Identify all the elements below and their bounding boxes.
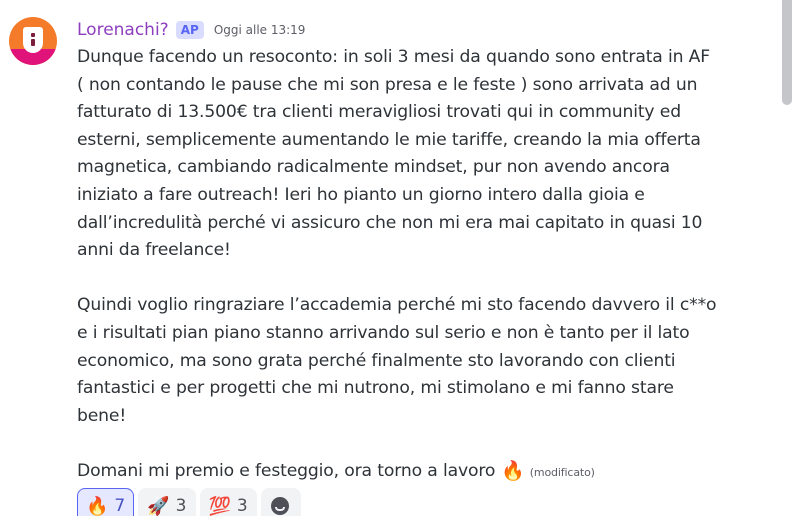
add-reaction-button[interactable] (260, 488, 301, 516)
reaction-fire[interactable]: 🔥 7 (77, 488, 135, 516)
chat-message: Lorenachi? AP Oggi alle 13:19 Dunque fac… (0, 0, 780, 516)
message-paragraph-2: Quindi voglio ringraziare l’accademia pe… (77, 295, 717, 426)
reaction-rocket[interactable]: 🚀 3 (138, 488, 196, 516)
reactions-bar: 🔥 7 🚀 3 💯 3 (77, 488, 301, 516)
shield-bar (31, 39, 35, 46)
message-content: Dunque facendo un resoconto: in soli 3 m… (77, 44, 717, 487)
scrollbar-thumb[interactable] (782, 0, 792, 105)
edited-label: (modificato) (529, 465, 595, 479)
message-paragraph-3-text: Domani mi premio e festeggio, ora torno … (77, 460, 496, 481)
reaction-count: 3 (175, 496, 187, 516)
username[interactable]: Lorenachi? (77, 20, 169, 40)
role-tag[interactable]: AP (175, 21, 204, 39)
smile-plus-icon (270, 497, 289, 515)
rocket-icon: 🚀 (147, 495, 170, 516)
reaction-count: 3 (236, 496, 248, 516)
scrollbar[interactable] (780, 0, 795, 516)
timestamp: Oggi alle 13:19 (213, 23, 306, 37)
message-paragraph-1: Dunque facendo un resoconto: in soli 3 m… (77, 47, 711, 261)
shield-dot (31, 33, 35, 37)
fire-emoji-icon: 🔥 (501, 459, 525, 482)
fire-icon: 🔥 (86, 495, 109, 516)
hundred-points-icon: 💯 (208, 495, 231, 516)
message-header: Lorenachi? AP Oggi alle 13:19 (77, 18, 305, 42)
reaction-hundred[interactable]: 💯 3 (199, 488, 257, 516)
reaction-count: 7 (114, 496, 126, 516)
shield-icon (23, 27, 43, 53)
user-avatar[interactable] (9, 17, 57, 65)
message-paragraph-3: Domani mi premio e festeggio, ora torno … (77, 458, 717, 487)
